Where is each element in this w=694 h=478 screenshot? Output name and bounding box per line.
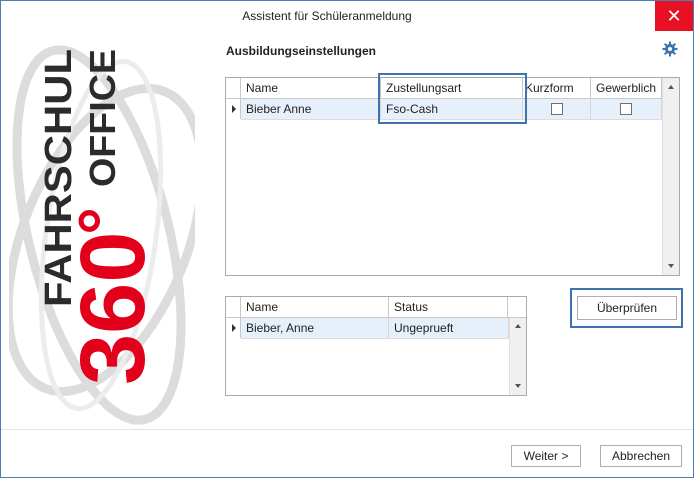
current-row-indicator-icon — [232, 105, 236, 113]
cancel-button[interactable]: Abbrechen — [600, 445, 682, 467]
gear-icon[interactable] — [662, 41, 678, 57]
check-button[interactable]: Überprüfen — [577, 296, 677, 320]
scroll-up-icon[interactable] — [668, 85, 674, 89]
grid-header: Name Status — [226, 297, 526, 318]
scroll-down-icon[interactable] — [515, 384, 521, 388]
title-bar: Assistent für Schüleranmeldung ✕ — [1, 1, 693, 31]
grid-header: Name Zustellungsart Kurzform Gewerblich — [226, 78, 662, 99]
current-row-indicator-icon — [232, 324, 236, 332]
column-header-kurzform[interactable]: Kurzform — [523, 78, 591, 98]
table-row[interactable]: Bieber Anne Fso-Cash — [241, 99, 662, 120]
column-header-name[interactable]: Name — [241, 297, 389, 317]
gewerblich-checkbox[interactable] — [620, 103, 632, 115]
scroll-up-icon[interactable] — [515, 324, 521, 328]
cell-gewerblich[interactable] — [591, 99, 662, 119]
section-title: Ausbildungseinstellungen — [226, 44, 377, 58]
logo-line1: FAHRSCHUL — [38, 49, 80, 307]
close-icon: ✕ — [666, 6, 682, 26]
column-header-name[interactable]: Name — [241, 78, 381, 98]
training-settings-grid: Name Zustellungsart Kurzform Gewerblich … — [225, 77, 680, 276]
column-header-zustellungsart[interactable]: Zustellungsart — [381, 78, 523, 98]
logo-line2: OFFICE — [82, 49, 123, 187]
table-row[interactable]: Bieber, Anne Ungeprueft — [241, 318, 509, 339]
vertical-scrollbar[interactable] — [662, 78, 679, 275]
kurzform-checkbox[interactable] — [551, 103, 563, 115]
cell-zustellungsart[interactable]: Fso-Cash — [381, 99, 523, 119]
cell-kurzform[interactable] — [523, 99, 591, 119]
cell-name[interactable]: Bieber, Anne — [241, 318, 389, 338]
vertical-scrollbar[interactable] — [509, 318, 526, 395]
row-header — [226, 99, 241, 119]
row-header — [226, 318, 241, 338]
scroll-down-icon[interactable] — [668, 264, 674, 268]
row-header-corner — [226, 78, 241, 98]
dialog-window: Assistent für Schüleranmeldung ✕ 360 ° F… — [0, 0, 694, 478]
status-grid: Name Status Bieber, Anne Ungeprueft — [225, 296, 527, 396]
cell-name[interactable]: Bieber Anne — [241, 99, 381, 119]
window-title: Assistent für Schüleranmeldung — [242, 9, 412, 23]
column-header-gewerblich[interactable]: Gewerblich — [591, 78, 662, 98]
fahrschul-360-office-logo: 360 ° FAHRSCHUL OFFICE — [9, 45, 195, 425]
close-button[interactable]: ✕ — [655, 1, 693, 31]
footer-divider — [1, 429, 693, 430]
cell-status[interactable]: Ungeprueft — [389, 318, 509, 338]
row-header-corner — [226, 297, 241, 317]
next-button[interactable]: Weiter > — [511, 445, 581, 467]
column-header-status[interactable]: Status — [389, 297, 508, 317]
